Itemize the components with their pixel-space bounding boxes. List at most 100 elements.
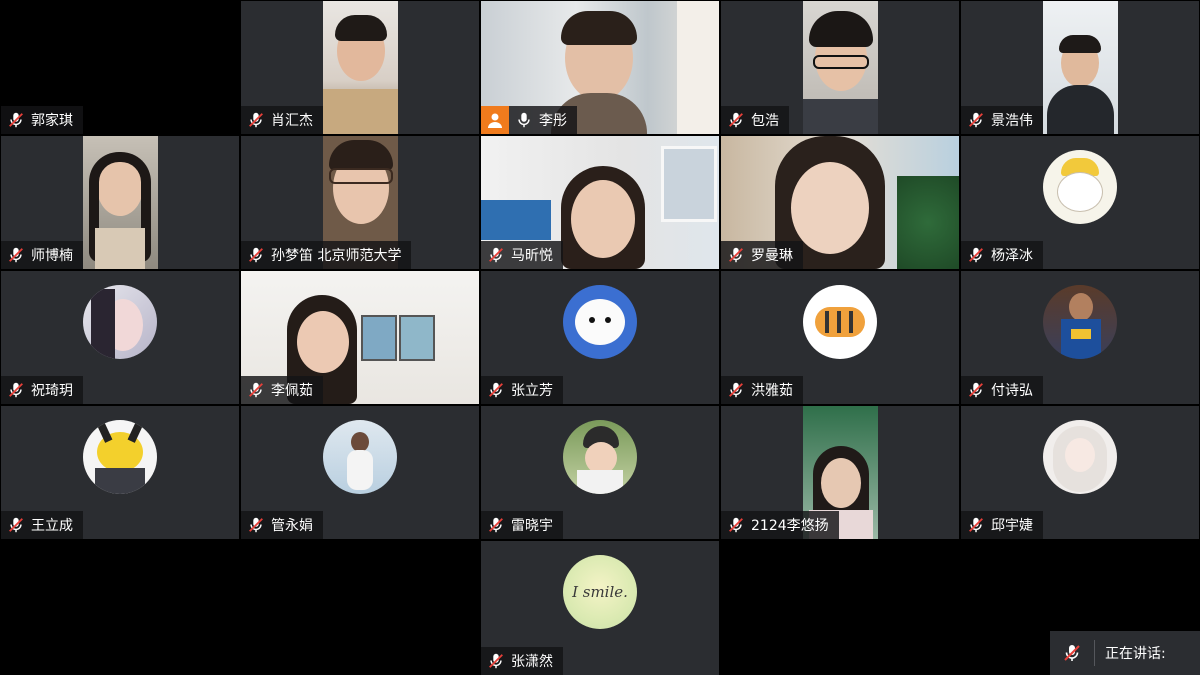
participant-label: 罗曼琳: [721, 241, 803, 269]
participant-name: 邱宇婕: [991, 518, 1033, 534]
avatar: [1043, 420, 1117, 494]
mic-muted-icon: [727, 111, 745, 129]
host-badge: [481, 106, 509, 134]
video-grid: 郭家琪 肖汇杰 李彤 包浩 景浩伟 师博楠 孙梦笛 北京师范大学 马昕悦 罗曼琳…: [0, 0, 1200, 675]
avatar-text: I smile.: [572, 583, 628, 601]
participant-label: 2124李悠扬: [721, 511, 839, 539]
participant-name: 杨泽冰: [991, 248, 1033, 264]
mic-on-icon: [515, 111, 533, 129]
participant-label: 景浩伟: [961, 106, 1043, 134]
participant-label: 李彤: [481, 106, 577, 134]
participant-name: 2124李悠扬: [751, 518, 829, 534]
mic-muted-icon: [727, 246, 745, 264]
participant-label: 洪雅茹: [721, 376, 803, 404]
participant-tile[interactable]: 雷晓宇: [481, 406, 719, 539]
mic-muted-icon: [967, 516, 985, 534]
participant-tile[interactable]: 祝琦玥: [1, 271, 239, 404]
avatar: [1043, 150, 1117, 224]
participant-tile[interactable]: 王立成: [1, 406, 239, 539]
participant-tile[interactable]: 郭家琪: [1, 1, 239, 134]
participant-tile[interactable]: 肖汇杰: [241, 1, 479, 134]
participant-name: 张立芳: [511, 383, 553, 399]
mic-muted-icon: [247, 516, 265, 534]
mic-muted-icon: [247, 381, 265, 399]
mic-muted-icon: [487, 516, 505, 534]
avatar: [803, 285, 877, 359]
user-icon: [488, 113, 502, 128]
participant-name: 付诗弘: [991, 383, 1033, 399]
participant-label: 张立芳: [481, 376, 563, 404]
participant-label: 邱宇婕: [961, 511, 1043, 539]
mic-muted-icon: [967, 381, 985, 399]
participant-tile[interactable]: 景浩伟: [961, 1, 1199, 134]
participant-label: 郭家琪: [1, 106, 83, 134]
mic-muted-icon: [247, 111, 265, 129]
participant-name: 郭家琪: [31, 113, 73, 129]
participant-label: 杨泽冰: [961, 241, 1043, 269]
participant-tile[interactable]: 马昕悦: [481, 136, 719, 269]
mic-muted-icon: [967, 246, 985, 264]
participant-label: 祝琦玥: [1, 376, 83, 404]
participant-label: 师博楠: [1, 241, 83, 269]
participant-tile[interactable]: 孙梦笛 北京师范大学: [241, 136, 479, 269]
participant-label: 孙梦笛 北京师范大学: [241, 241, 412, 269]
mic-muted-icon: [487, 246, 505, 264]
participant-name: 罗曼琳: [751, 248, 793, 264]
participant-tile[interactable]: 洪雅茹: [721, 271, 959, 404]
participant-tile[interactable]: I smile. 张潇然: [481, 541, 719, 675]
participant-tile[interactable]: 罗曼琳: [721, 136, 959, 269]
participant-tile[interactable]: 杨泽冰: [961, 136, 1199, 269]
participant-name: 马昕悦: [511, 248, 553, 264]
video-feed: [83, 136, 158, 269]
mic-muted-icon: [7, 111, 25, 129]
divider: [1094, 640, 1095, 666]
participant-tile[interactable]: 付诗弘: [961, 271, 1199, 404]
participant-label: 张潇然: [481, 647, 563, 675]
participant-name: 管永娟: [271, 518, 313, 534]
participant-name: 包浩: [751, 113, 779, 129]
participant-tile[interactable]: 张立芳: [481, 271, 719, 404]
video-feed: [803, 1, 878, 134]
participant-name: 王立成: [31, 518, 73, 534]
mic-muted-icon: [7, 246, 25, 264]
avatar: [1043, 285, 1117, 359]
participant-tile[interactable]: 管永娟: [241, 406, 479, 539]
avatar: [323, 420, 397, 494]
avatar: [83, 420, 157, 494]
participant-tile[interactable]: 李彤: [481, 1, 719, 134]
mic-muted-icon: [247, 246, 265, 264]
avatar: [83, 285, 157, 359]
avatar: I smile.: [563, 555, 637, 629]
participant-name: 李佩茹: [271, 383, 313, 399]
participant-name: 李彤: [539, 113, 567, 129]
avatar: [563, 420, 637, 494]
participant-label: 雷晓宇: [481, 511, 563, 539]
participant-name: 景浩伟: [991, 113, 1033, 129]
participant-tile[interactable]: 邱宇婕: [961, 406, 1199, 539]
participant-tile[interactable]: 2124李悠扬: [721, 406, 959, 539]
participant-name: 洪雅茹: [751, 383, 793, 399]
mic-muted-icon: [967, 111, 985, 129]
participant-name: 肖汇杰: [271, 113, 313, 129]
mic-muted-icon: [1062, 643, 1082, 663]
participant-name: 雷晓宇: [511, 518, 553, 534]
speaking-indicator[interactable]: 正在讲话:: [1050, 631, 1200, 675]
participant-label: 付诗弘: [961, 376, 1043, 404]
participant-label: 马昕悦: [481, 241, 563, 269]
participant-tile[interactable]: 师博楠: [1, 136, 239, 269]
participant-label: 王立成: [1, 511, 83, 539]
participant-label: 肖汇杰: [241, 106, 323, 134]
participant-name: 师博楠: [31, 248, 73, 264]
mic-muted-icon: [487, 652, 505, 670]
video-feed: [323, 1, 398, 134]
participant-label: 李佩茹: [241, 376, 323, 404]
participant-tile[interactable]: 李佩茹: [241, 271, 479, 404]
participant-name: 张潇然: [511, 654, 553, 670]
avatar: [563, 285, 637, 359]
mic-muted-icon: [727, 381, 745, 399]
mic-muted-icon: [7, 381, 25, 399]
participant-label: 管永娟: [241, 511, 323, 539]
mic-muted-icon: [727, 516, 745, 534]
participant-tile[interactable]: 包浩: [721, 1, 959, 134]
mic-muted-icon: [487, 381, 505, 399]
